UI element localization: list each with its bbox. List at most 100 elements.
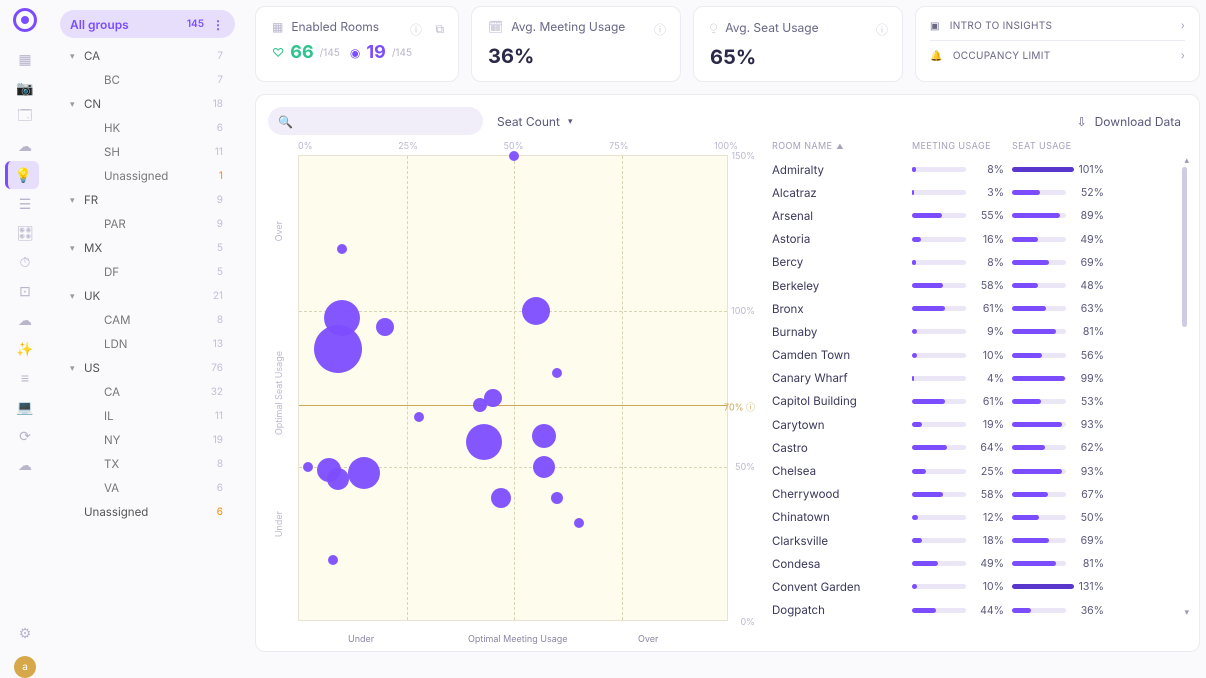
cloud1-icon[interactable]: ☁ <box>8 132 42 160</box>
meeting-pct: 12% <box>972 511 1004 524</box>
table-body[interactable]: Admiralty8%101%Alcatraz3%52%Arsenal55%89… <box>766 158 1181 618</box>
table-row[interactable]: Clarksville18%69% <box>766 529 1181 552</box>
insights-icon[interactable]: 💡 <box>5 161 39 189</box>
tree-item[interactable]: ▾CN18 <box>50 92 235 116</box>
chart-bubble[interactable] <box>328 555 338 565</box>
group-header[interactable]: All groups 145 ⋮ <box>60 10 235 38</box>
table-row[interactable]: Capitol Building61%53% <box>766 390 1181 413</box>
table-row[interactable]: Burnaby9%81% <box>766 320 1181 343</box>
avatar[interactable]: a <box>14 656 36 678</box>
tree-item[interactable]: ▾FR9 <box>50 188 235 212</box>
group-header-more-icon[interactable]: ⋮ <box>212 17 225 32</box>
table-row[interactable]: Bronx61%63% <box>766 297 1181 320</box>
chart-bubble[interactable] <box>376 318 394 336</box>
table-row[interactable]: Chinatown12%50% <box>766 506 1181 529</box>
chart-bubble[interactable] <box>466 424 502 460</box>
table-row[interactable]: Admiralty8%101% <box>766 158 1181 181</box>
info-icon[interactable]: ⓘ <box>654 21 666 38</box>
camera-icon[interactable]: 📷 <box>8 74 42 102</box>
external-link-icon[interactable]: ⧉ <box>435 21 444 37</box>
tree-item[interactable]: CA32 <box>50 380 235 404</box>
nav-rail: ▦📷🗔☁💡☰🎛⏱⊡☁✨≡💻⟳☁ ⚙ a <box>0 0 50 678</box>
list1-icon[interactable]: ☰ <box>8 190 42 218</box>
tree-item[interactable]: LDN13 <box>50 332 235 356</box>
chart-bubble[interactable] <box>414 412 424 422</box>
col-seat[interactable]: SEAT USAGE <box>1012 141 1112 152</box>
col-room-name[interactable]: ROOM NAME▲ <box>772 141 912 152</box>
chart-bubble[interactable] <box>551 492 563 504</box>
tree-item[interactable]: NY19 <box>50 428 235 452</box>
sync-icon[interactable]: ⟳ <box>8 422 42 450</box>
search-input[interactable]: 🔍 <box>268 107 483 135</box>
table-row[interactable]: Alcatraz3%52% <box>766 181 1181 204</box>
device-icon[interactable]: 💻 <box>8 393 42 421</box>
settings-icon[interactable]: ⚙ <box>8 619 42 647</box>
download-button[interactable]: ⇩ Download Data <box>1077 114 1181 129</box>
chart-bubble[interactable] <box>533 456 555 478</box>
chart-bubble[interactable] <box>314 325 362 373</box>
tree-item[interactable]: BC7 <box>50 68 235 92</box>
table-row[interactable]: Castro64%62% <box>766 436 1181 459</box>
chart-bubble[interactable] <box>473 398 487 412</box>
app-logo[interactable] <box>13 8 37 32</box>
time-icon[interactable]: ⏱ <box>8 248 42 276</box>
tree-item[interactable]: ▾MX5 <box>50 236 235 260</box>
table-row[interactable]: Bercy8%69% <box>766 251 1181 274</box>
seat-count-dropdown[interactable]: Seat Count ▾ <box>497 114 572 129</box>
tree-item[interactable]: PAR9 <box>50 212 235 236</box>
spark-icon[interactable]: ✨ <box>8 335 42 363</box>
chart-bubble[interactable] <box>303 462 313 472</box>
tree-item[interactable]: IL11 <box>50 404 235 428</box>
tree-item[interactable]: Unassigned6 <box>50 500 235 524</box>
tree-item[interactable]: DF5 <box>50 260 235 284</box>
list2-icon[interactable]: ≡ <box>8 364 42 392</box>
table-row[interactable]: Arsenal55%89% <box>766 204 1181 227</box>
rooms-icon[interactable]: ▦ <box>8 45 42 73</box>
table-row[interactable]: Camden Town10%56% <box>766 344 1181 367</box>
search-field[interactable] <box>301 113 497 130</box>
tree-item[interactable]: CAM8 <box>50 308 235 332</box>
tree-item[interactable]: ▾CA7 <box>50 44 235 68</box>
link-occupancy[interactable]: 🔔 OCCUPANCY LIMIT › <box>930 41 1185 71</box>
table-row[interactable]: Astoria16%49% <box>766 228 1181 251</box>
chart-bubble[interactable] <box>552 368 562 378</box>
tree-item[interactable]: ▾US76 <box>50 356 235 380</box>
table-row[interactable]: Dogpatch44%36% <box>766 599 1181 618</box>
chart-plot[interactable]: 70% ⓘ 150%100%50%0% <box>298 155 728 621</box>
cloud2-icon[interactable]: ☁ <box>8 306 42 334</box>
tree-item[interactable]: VA6 <box>50 476 235 500</box>
tree-item[interactable]: HK6 <box>50 116 235 140</box>
chart-bubble[interactable] <box>522 297 550 325</box>
cloud3-icon[interactable]: ☁ <box>8 451 42 479</box>
table-row[interactable]: Convent Garden10%131% <box>766 575 1181 598</box>
card-meeting-usage: 🗓Avg. Meeting Usage ⓘ 36% <box>471 6 681 82</box>
table-row[interactable]: Cherrywood58%67% <box>766 483 1181 506</box>
info-icon[interactable]: ⓘ <box>410 21 422 38</box>
table-row[interactable]: Carytown19%93% <box>766 413 1181 436</box>
table-row[interactable]: Canary Wharf4%99% <box>766 367 1181 390</box>
table-row[interactable]: Chelsea25%93% <box>766 459 1181 482</box>
chart-bubble[interactable] <box>491 488 511 508</box>
tree-item-count: 6 <box>217 122 223 134</box>
tree-item[interactable]: TX8 <box>50 452 235 476</box>
screens-icon[interactable]: 🗔 <box>8 103 42 131</box>
table-row[interactable]: Condesa49%81% <box>766 552 1181 575</box>
scroll-thumb[interactable] <box>1182 167 1187 327</box>
chart-bubble[interactable] <box>327 468 349 490</box>
chart-bubble[interactable] <box>509 151 519 161</box>
chart-bubble[interactable] <box>337 244 347 254</box>
tree-item[interactable]: SH11 <box>50 140 235 164</box>
scroll-down-icon[interactable]: ▾ <box>1184 607 1189 618</box>
scroll-up-icon[interactable]: ▴ <box>1184 155 1189 166</box>
info-icon[interactable]: ⓘ <box>876 21 888 38</box>
tree-item[interactable]: Unassigned1 <box>50 164 235 188</box>
chart-bubble[interactable] <box>348 457 380 489</box>
col-meeting[interactable]: MEETING USAGE <box>912 141 1012 152</box>
tree-item[interactable]: ▾UK21 <box>50 284 235 308</box>
chart-bubble[interactable] <box>532 424 556 448</box>
controls-icon[interactable]: 🎛 <box>8 219 42 247</box>
box-icon[interactable]: ⊡ <box>8 277 42 305</box>
chart-bubble[interactable] <box>574 518 584 528</box>
link-intro[interactable]: ▣ INTRO TO INSIGHTS › <box>930 11 1185 41</box>
table-row[interactable]: Berkeley58%48% <box>766 274 1181 297</box>
